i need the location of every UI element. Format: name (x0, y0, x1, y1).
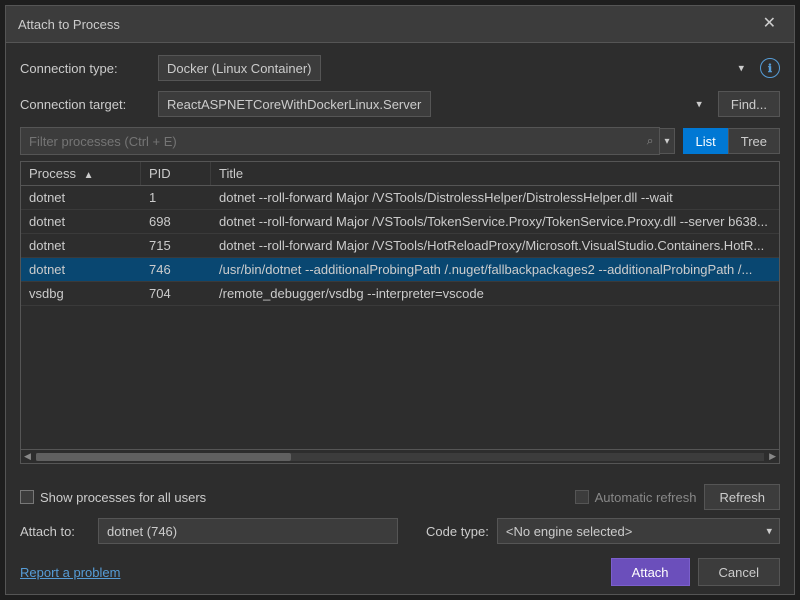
tree-view-button[interactable]: Tree (728, 128, 780, 154)
col-pid[interactable]: PID (141, 162, 211, 185)
auto-refresh-checkbox[interactable] (575, 490, 589, 504)
info-icon: ℹ (760, 58, 780, 78)
connection-target-select-wrapper: ReactASPNETCoreWithDockerLinux.Server (158, 91, 710, 117)
action-buttons: Attach Cancel (611, 558, 780, 586)
auto-refresh-label[interactable]: Automatic refresh (575, 490, 697, 505)
code-type-label: Code type: (426, 524, 489, 539)
table-row[interactable]: dotnet 746 /usr/bin/dotnet --additionalP… (21, 258, 779, 282)
show-all-checkbox[interactable] (20, 490, 34, 504)
dialog-content: Connection type: Docker (Linux Container… (6, 43, 794, 476)
find-button[interactable]: Find... (718, 91, 780, 117)
bottom-section: Show processes for all users Automatic r… (6, 476, 794, 594)
scrollbar-thumb[interactable] (36, 453, 291, 461)
scroll-right-icon[interactable]: ▶ (766, 451, 779, 462)
td-title: dotnet --roll-forward Major /VSTools/Tok… (211, 210, 779, 233)
col-title[interactable]: Title (211, 162, 779, 185)
td-process: vsdbg (21, 282, 141, 305)
table-row[interactable]: dotnet 698 dotnet --roll-forward Major /… (21, 210, 779, 234)
table-header: Process ▲ PID Title (21, 162, 779, 186)
td-process: dotnet (21, 186, 141, 209)
report-problem-link[interactable]: Report a problem (20, 565, 120, 580)
horizontal-scrollbar[interactable]: ◀ ▶ (21, 449, 779, 463)
td-process: dotnet (21, 258, 141, 281)
td-title: dotnet --roll-forward Major /VSTools/Dis… (211, 186, 779, 209)
close-button[interactable]: ✕ (757, 14, 782, 34)
td-pid: 715 (141, 234, 211, 257)
col-process[interactable]: Process ▲ (21, 162, 141, 185)
code-type-select-wrapper: <No engine selected> (497, 518, 780, 544)
code-type-select[interactable]: <No engine selected> (497, 518, 780, 544)
attach-to-label: Attach to: (20, 524, 90, 539)
table-row[interactable]: dotnet 715 dotnet --roll-forward Major /… (21, 234, 779, 258)
td-pid: 1 (141, 186, 211, 209)
td-pid: 704 (141, 282, 211, 305)
table-body: dotnet 1 dotnet --roll-forward Major /VS… (21, 186, 779, 449)
td-title: /usr/bin/dotnet --additionalProbingPath … (211, 258, 779, 281)
td-process: dotnet (21, 210, 141, 233)
attach-to-process-dialog: Attach to Process ✕ Connection type: Doc… (5, 5, 795, 595)
td-pid: 746 (141, 258, 211, 281)
filter-input-wrapper: ⌕ (20, 127, 660, 155)
td-process: dotnet (21, 234, 141, 257)
td-title: dotnet --roll-forward Major /VSTools/Hot… (211, 234, 779, 257)
refresh-button[interactable]: Refresh (704, 484, 780, 510)
td-pid: 698 (141, 210, 211, 233)
dialog-title: Attach to Process (18, 17, 120, 32)
filter-dropdown-button[interactable]: ▾ (660, 128, 674, 154)
bottom-row3: Report a problem Attach Cancel (20, 552, 780, 594)
show-all-users-label[interactable]: Show processes for all users (20, 490, 206, 505)
scrollbar-track[interactable] (36, 453, 764, 461)
connection-type-label: Connection type: (20, 61, 150, 76)
search-icon: ⌕ (647, 134, 654, 149)
filter-input[interactable] (21, 128, 659, 154)
connection-target-row: Connection target: ReactASPNETCoreWithDo… (20, 91, 780, 117)
attach-to-input[interactable] (98, 518, 398, 544)
attach-button[interactable]: Attach (611, 558, 690, 586)
table-row[interactable]: dotnet 1 dotnet --roll-forward Major /VS… (21, 186, 779, 210)
attach-to-row: Attach to: Code type: <No engine selecte… (20, 518, 780, 544)
refresh-area: Automatic refresh Refresh (575, 484, 780, 510)
view-toggle: List Tree (683, 128, 780, 154)
title-bar: Attach to Process ✕ (6, 6, 794, 43)
connection-type-row: Connection type: Docker (Linux Container… (20, 55, 780, 81)
filter-row: ⌕ ▾ List Tree (20, 127, 780, 155)
table-row[interactable]: vsdbg 704 /remote_debugger/vsdbg --inter… (21, 282, 779, 306)
cancel-button[interactable]: Cancel (698, 558, 780, 586)
connection-type-select[interactable]: Docker (Linux Container) (158, 55, 321, 81)
process-table: Process ▲ PID Title dotnet 1 dotnet --ro… (20, 161, 780, 464)
td-title: /remote_debugger/vsdbg --interpreter=vsc… (211, 282, 779, 305)
sort-arrow-icon: ▲ (84, 170, 94, 181)
scroll-left-icon[interactable]: ◀ (21, 451, 34, 462)
connection-target-select[interactable]: ReactASPNETCoreWithDockerLinux.Server (158, 91, 431, 117)
list-view-button[interactable]: List (683, 128, 728, 154)
connection-type-select-wrapper: Docker (Linux Container) (158, 55, 752, 81)
connection-target-label: Connection target: (20, 97, 150, 112)
bottom-row1: Show processes for all users Automatic r… (20, 484, 780, 510)
